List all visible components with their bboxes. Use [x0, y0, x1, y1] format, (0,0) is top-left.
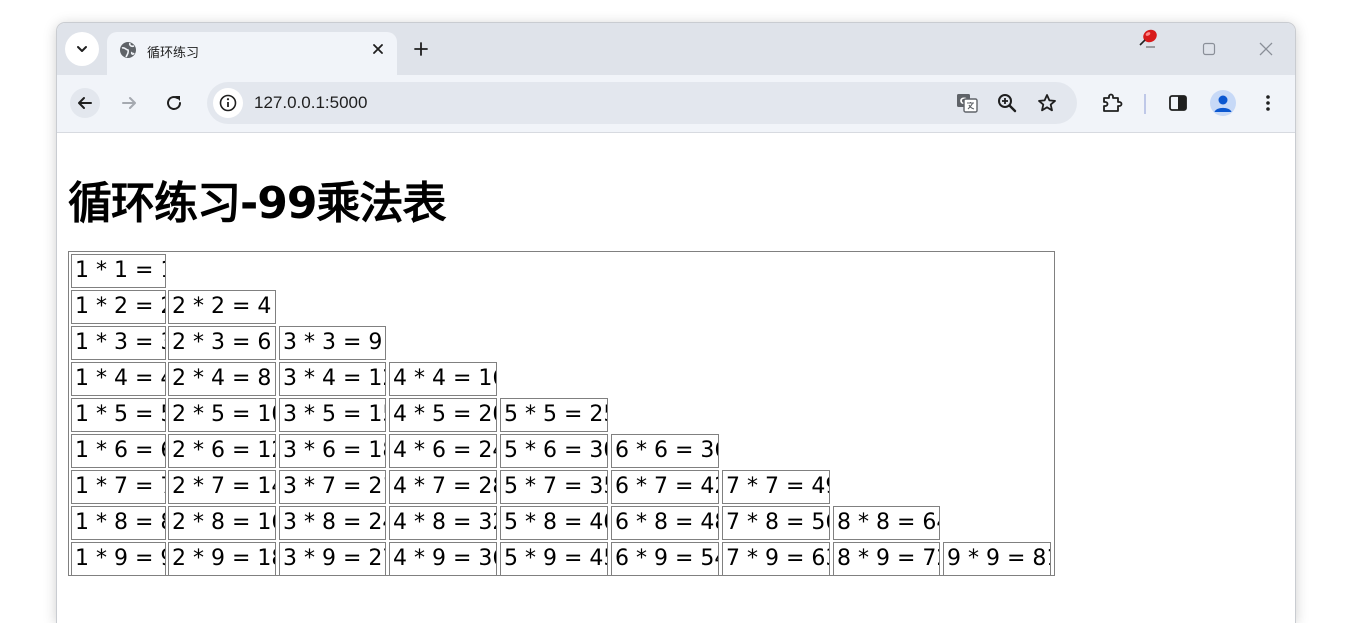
- table-cell: 6 * 8 = 48: [611, 506, 719, 540]
- table-cell: 1 * 1 = 1: [71, 254, 166, 288]
- table-cell: 4 * 8 = 32: [389, 506, 497, 540]
- table-cell: 3 * 3 = 9: [279, 326, 386, 360]
- star-icon: [1038, 94, 1056, 112]
- arrow-right-icon: [122, 97, 136, 109]
- table-cell: 5 * 6 = 30: [500, 434, 608, 468]
- table-cell: 1 * 7 = 7: [71, 470, 166, 504]
- page-content: 循环练习-99乘法表 1 * 1 = 11 * 2 = 22 * 2 = 41 …: [57, 133, 1295, 623]
- table-cell: 7 * 7 = 49: [722, 470, 830, 504]
- pin-icon: [1139, 29, 1157, 48]
- new-tab-button[interactable]: [409, 37, 433, 61]
- table-cell: 7 * 8 = 56: [722, 506, 830, 540]
- reload-icon: [167, 95, 181, 110]
- multiplication-table: 1 * 1 = 11 * 2 = 22 * 2 = 41 * 3 = 32 * …: [68, 251, 1055, 576]
- tab-active[interactable]: 循环练习: [107, 32, 397, 75]
- table-cell: 2 * 6 = 12: [168, 434, 276, 468]
- table-cell: 5 * 9 = 45: [500, 542, 608, 576]
- person-icon: [1214, 95, 1232, 112]
- table-cell: 2 * 9 = 18: [168, 542, 276, 576]
- table-cell: 2 * 8 = 16: [168, 506, 276, 540]
- table-cell: 1 * 2 = 2: [71, 290, 166, 324]
- table-cell: 4 * 6 = 24: [389, 434, 497, 468]
- translate-button[interactable]: G: [956, 92, 978, 114]
- table-cell: 2 * 3 = 6: [168, 326, 276, 360]
- table-cell: 3 * 9 = 27: [279, 542, 386, 576]
- puzzle-icon: [1103, 93, 1123, 112]
- browser-window: 循环练习 127.0.0.1:5000 循环练习-99乘法表 1 * 1 = 1…: [57, 23, 1295, 623]
- profile-avatar[interactable]: [1210, 90, 1236, 116]
- table-cell: 1 * 8 = 8: [71, 506, 166, 540]
- info-icon: [219, 94, 237, 112]
- table-cell: 3 * 5 = 15: [279, 398, 386, 432]
- table-cell: 3 * 6 = 18: [279, 434, 386, 468]
- table-cell: 5 * 5 = 25: [500, 398, 608, 432]
- page-title: 循环练习-99乘法表: [68, 178, 446, 229]
- close-icon: [1259, 42, 1273, 56]
- browser-toolbar: 127.0.0.1:5000 G: [57, 75, 1295, 133]
- forward-button[interactable]: [115, 89, 143, 117]
- menu-button[interactable]: [1256, 91, 1280, 115]
- table-cell: 8 * 9 = 72: [833, 542, 940, 576]
- table-cell: 4 * 7 = 28: [389, 470, 497, 504]
- site-info-button[interactable]: [213, 88, 243, 118]
- table-cell: 1 * 3 = 3: [71, 326, 166, 360]
- table-cell: 7 * 9 = 63: [722, 542, 830, 576]
- close-icon: [373, 44, 383, 54]
- close-window-button[interactable]: [1254, 37, 1278, 61]
- tab-strip: 循环练习: [57, 23, 1295, 75]
- table-cell: 2 * 4 = 8: [168, 362, 276, 396]
- table-cell: 3 * 8 = 24: [279, 506, 386, 540]
- table-cell: 1 * 6 = 6: [71, 434, 166, 468]
- maximize-button[interactable]: [1197, 37, 1221, 61]
- tab-title: 循环练习: [147, 46, 200, 61]
- table-cell: 5 * 8 = 40: [500, 506, 608, 540]
- side-panel-button[interactable]: [1166, 91, 1190, 115]
- table-cell: 4 * 4 = 16: [389, 362, 497, 396]
- table-cell: 3 * 7 = 21: [279, 470, 386, 504]
- table-cell: 8 * 8 = 64: [833, 506, 940, 540]
- table-cell: 2 * 5 = 10: [168, 398, 276, 432]
- plus-icon: [414, 42, 428, 56]
- translate-icon: G: [957, 94, 978, 113]
- address-url[interactable]: 127.0.0.1:5000: [254, 93, 367, 113]
- table-cell: 1 * 4 = 4: [71, 362, 166, 396]
- zoom-in-icon: [998, 94, 1017, 113]
- tab-close-button[interactable]: [368, 39, 388, 59]
- table-cell: 4 * 5 = 20: [389, 398, 497, 432]
- globe-icon: [120, 42, 136, 58]
- table-cell: 9 * 9 = 81: [943, 542, 1051, 576]
- tab-search-button[interactable]: [65, 32, 99, 66]
- table-cell: 2 * 7 = 14: [168, 470, 276, 504]
- table-cell: 4 * 9 = 36: [389, 542, 497, 576]
- table-cell: 5 * 7 = 35: [500, 470, 608, 504]
- table-cell: 3 * 4 = 12: [279, 362, 386, 396]
- chevron-down-icon: [77, 46, 87, 52]
- toolbar-separator: [1144, 94, 1146, 114]
- table-cell: 6 * 9 = 54: [611, 542, 719, 576]
- zoom-button[interactable]: [996, 92, 1018, 114]
- address-bar[interactable]: 127.0.0.1:5000 G: [207, 82, 1077, 124]
- more-vertical-icon: [1266, 95, 1270, 111]
- table-cell: 6 * 7 = 42: [611, 470, 719, 504]
- bookmark-button[interactable]: [1036, 92, 1058, 114]
- back-button[interactable]: [70, 88, 100, 118]
- side-panel-icon: [1169, 95, 1187, 111]
- table-cell: 1 * 9 = 9: [71, 542, 166, 576]
- arrow-left-icon: [78, 97, 92, 109]
- table-cell: 2 * 2 = 4: [168, 290, 276, 324]
- extensions-button[interactable]: [1100, 91, 1124, 115]
- table-cell: 1 * 5 = 5: [71, 398, 166, 432]
- maximize-icon: [1202, 42, 1216, 56]
- reload-button[interactable]: [160, 89, 188, 117]
- table-cell: 6 * 6 = 36: [611, 434, 719, 468]
